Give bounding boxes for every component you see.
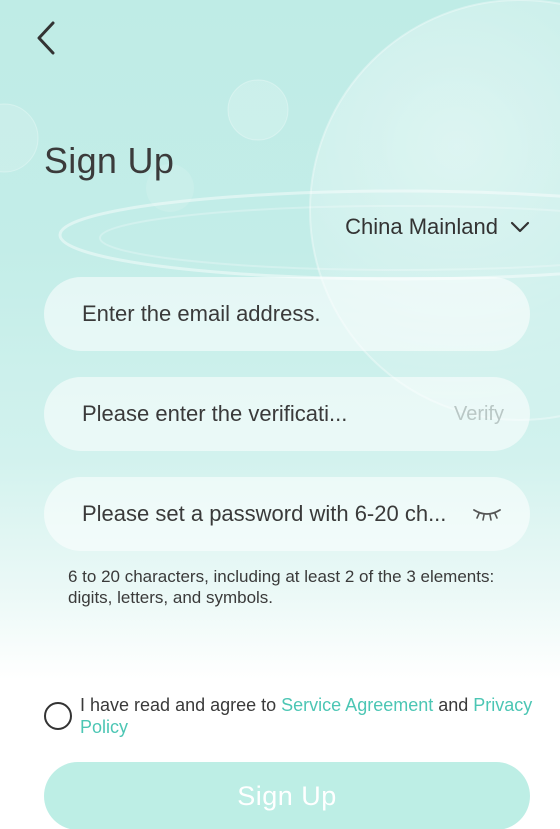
verify-button[interactable]: Verify [454, 403, 504, 426]
email-field-container [44, 277, 530, 351]
eye-closed-icon [473, 509, 501, 521]
chevron-left-icon [37, 21, 55, 55]
password-visibility-toggle[interactable] [470, 502, 504, 526]
agreement-checkbox[interactable] [44, 702, 72, 730]
password-hint: 6 to 20 characters, including at least 2… [68, 567, 495, 607]
region-value: China Mainland [345, 214, 498, 239]
page-title: Sign Up [44, 140, 175, 181]
password-field-container [44, 477, 530, 551]
sign-up-button[interactable]: Sign Up [44, 762, 530, 829]
chevron-down-icon [510, 221, 530, 233]
back-button[interactable] [28, 16, 64, 60]
region-selector[interactable]: China Mainland [345, 210, 530, 244]
agreement-prefix: I have read and agree to [80, 695, 282, 715]
agreement-row: I have read and agree to Service Agreeme… [44, 694, 534, 738]
sign-up-screen: Sign Up China Mainland Verify 6 to 20 ch… [0, 0, 560, 829]
verification-code-input[interactable] [82, 401, 444, 427]
password-input[interactable] [82, 501, 460, 527]
agreement-text: I have read and agree to Service Agreeme… [80, 694, 534, 738]
verification-code-field-container: Verify [44, 377, 530, 451]
email-input[interactable] [82, 301, 504, 327]
agreement-conjunction: and [433, 695, 474, 715]
service-agreement-link[interactable]: Service Agreement [281, 695, 433, 715]
